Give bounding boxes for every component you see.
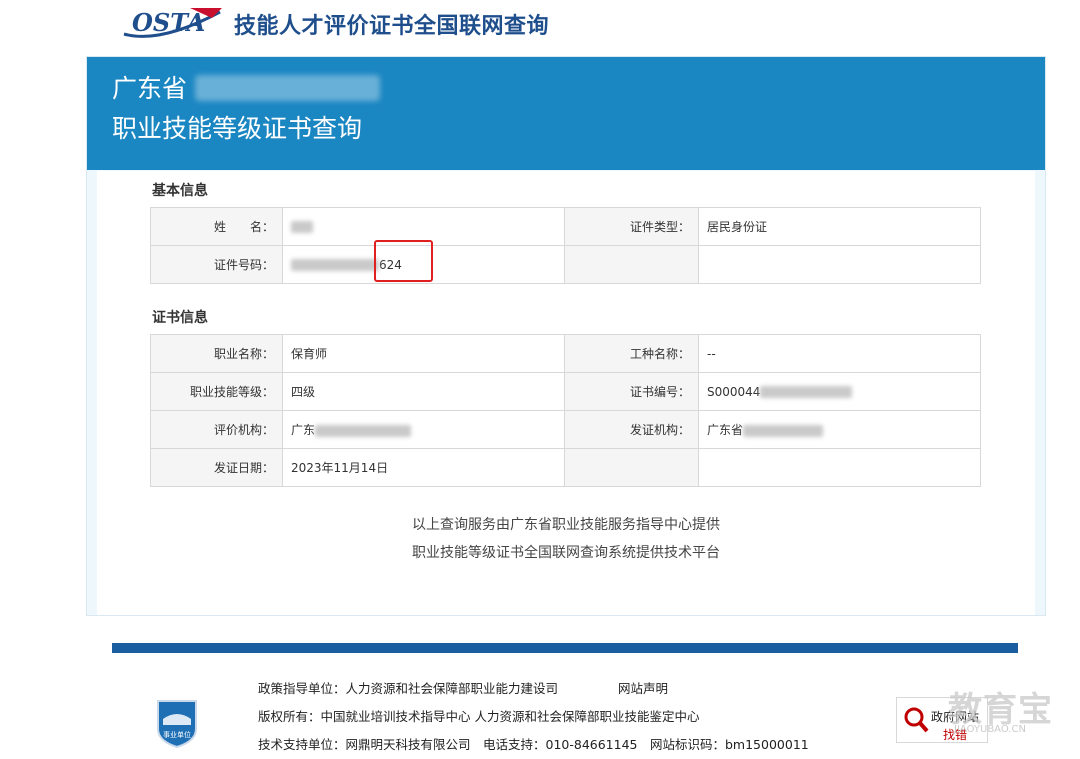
- cert-no-value: S000044: [698, 372, 981, 411]
- highlight-box: [374, 240, 433, 282]
- watermark-url: JIAOYUBAO.CN: [954, 724, 1026, 735]
- id-no-label: 证件号码：: [150, 245, 283, 284]
- cert-no-prefix: S000044: [707, 384, 761, 399]
- table-row: 职业名称： 保育师 工种名称： --: [150, 334, 981, 373]
- service-note-1: 以上查询服务由广东省职业技能服务指导中心提供: [412, 517, 720, 533]
- trade-label: 工种名称：: [564, 334, 699, 373]
- trade-value: --: [698, 334, 981, 373]
- table-row: 评价机构： 广东 发证机构： 广东省: [150, 410, 981, 449]
- id-type-label: 证件类型：: [564, 207, 699, 246]
- issue-org-value: 广东省: [698, 410, 981, 449]
- panel-banner: 广东省 职业技能等级证书查询: [87, 57, 1045, 170]
- issue-org-prefix: 广东省: [707, 423, 744, 437]
- cert-info-table: 职业名称： 保育师 工种名称： -- 职业技能等级： 四级 证书编号： S000…: [150, 334, 981, 487]
- name-redacted: [291, 221, 313, 233]
- level-label: 职业技能等级：: [150, 372, 283, 411]
- empty-cell: [564, 448, 699, 487]
- table-row: 职业技能等级： 四级 证书编号： S000044: [150, 372, 981, 411]
- table-row: 姓 名： 证件类型： 居民身份证: [150, 207, 981, 246]
- table-row: 发证日期： 2023年11月14日: [150, 448, 981, 487]
- site-statement-link[interactable]: 网站声明: [618, 681, 668, 696]
- badge-label: 事业单位: [163, 730, 191, 739]
- empty-cell: [698, 448, 981, 487]
- empty-cell: [564, 245, 699, 284]
- service-note-2: 职业技能等级证书全国联网查询系统提供技术平台: [412, 545, 720, 561]
- eval-org-label: 评价机构：: [150, 410, 283, 449]
- cert-no-redacted: [760, 386, 853, 398]
- cert-no-label: 证书编号：: [564, 372, 699, 411]
- issue-org-redacted: [743, 424, 824, 437]
- issue-date-value: 2023年11月14日: [282, 448, 565, 487]
- institution-badge-icon[interactable]: 事业单位: [154, 697, 200, 749]
- occupation-value: 保育师: [282, 334, 565, 373]
- magnifier-icon: [904, 707, 929, 733]
- id-no-redacted: [291, 259, 379, 271]
- footer-divider: [112, 643, 1018, 653]
- issue-date-label: 发证日期：: [150, 448, 283, 487]
- osta-logo[interactable]: OSTA: [120, 4, 225, 42]
- site-title: 技能人才评价证书全国联网查询: [234, 14, 550, 39]
- occupation-label: 职业名称：: [150, 334, 283, 373]
- cert-info-title: 证书信息: [152, 310, 208, 326]
- issue-org-label: 发证机构：: [564, 410, 699, 449]
- footer-support: 技术支持单位：网鼎明天科技有限公司 电话支持：010-84661145 网站标识…: [258, 737, 809, 752]
- basic-info-title: 基本信息: [152, 183, 208, 199]
- level-value: 四级: [282, 372, 565, 411]
- eval-org-value: 广东: [282, 410, 565, 449]
- eval-org-redacted: [315, 424, 412, 437]
- footer-policy-line: 政策指导单位：人力资源和社会保障部职业能力建设司 网站声明: [258, 678, 668, 697]
- name-label: 姓 名：: [150, 207, 283, 246]
- table-row: 证件号码： 624: [150, 245, 981, 284]
- logo-text: OSTA: [132, 8, 205, 37]
- footer-copyright: 版权所有：中国就业培训技术指导中心 人力资源和社会保障部职业技能鉴定中心: [258, 709, 700, 724]
- site-header: OSTA 技能人才评价证书全国联网查询: [0, 0, 1080, 56]
- basic-info-table: 姓 名： 证件类型： 居民身份证 证件号码： 624: [150, 207, 981, 284]
- banner-province: 广东省: [112, 74, 188, 103]
- eval-org-prefix: 广东: [291, 423, 316, 437]
- footer-policy: 政策指导单位：人力资源和社会保障部职业能力建设司: [258, 681, 559, 696]
- banner-title: 职业技能等级证书查询: [112, 114, 363, 143]
- empty-cell: [698, 245, 981, 284]
- banner-redacted: [195, 75, 380, 101]
- id-type-value: 居民身份证: [698, 207, 981, 246]
